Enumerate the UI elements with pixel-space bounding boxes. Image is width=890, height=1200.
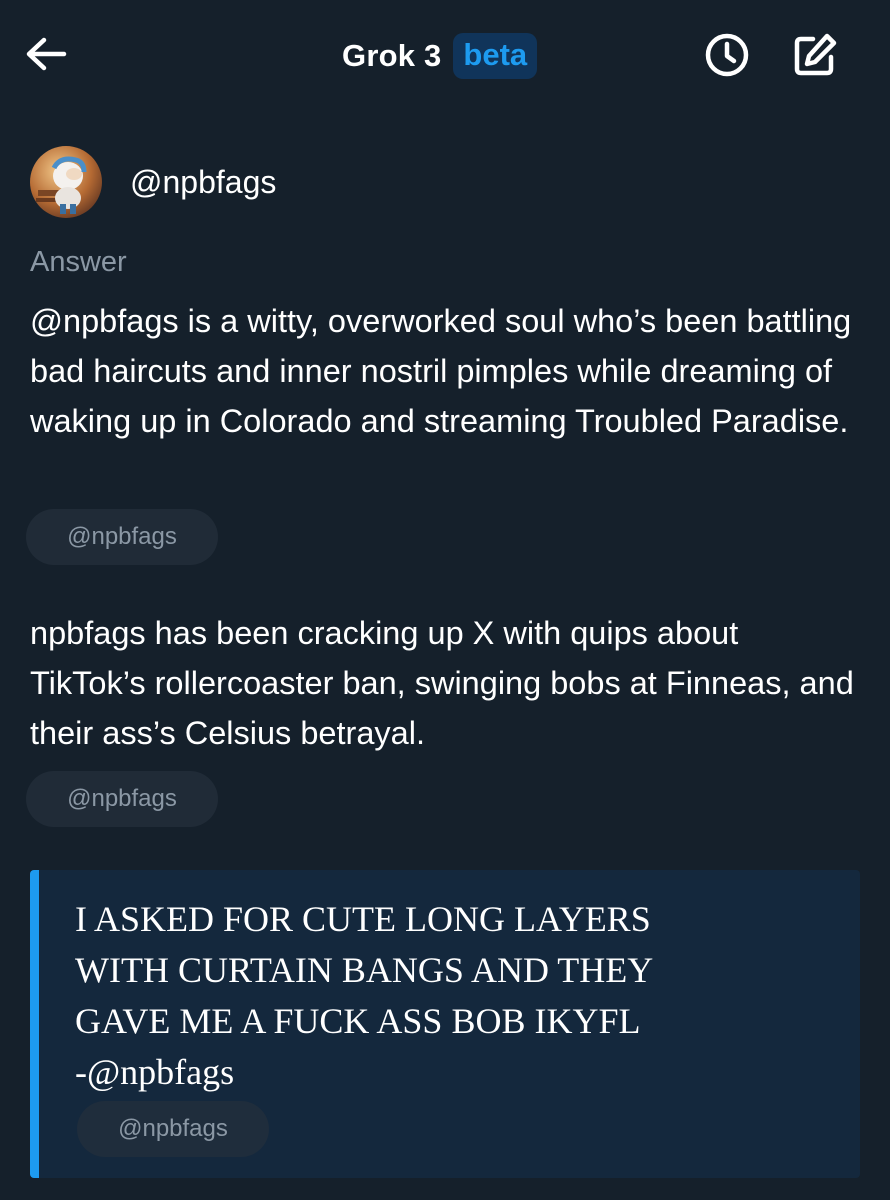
back-button[interactable] <box>22 32 70 80</box>
app-title-group: Grok 3 beta <box>342 30 538 82</box>
username[interactable]: @npbfags <box>130 164 276 201</box>
compose-edit-icon <box>791 31 839 84</box>
source-chip-2[interactable]: @npbfags <box>26 771 218 827</box>
answer-paragraph-2: npbfags has been cracking up X with quip… <box>30 615 854 751</box>
quote-line: I ASKED FOR CUTE LONG LAYERS <box>75 899 651 939</box>
user-row: @npbfags <box>30 146 276 218</box>
quote-attribution: -@npbfags <box>75 1052 235 1092</box>
avatar[interactable] <box>30 146 102 218</box>
history-clock-icon <box>703 31 751 84</box>
quote-line: WITH CURTAIN BANGS AND THEY <box>75 950 654 990</box>
history-button[interactable] <box>700 30 754 84</box>
answer-paragraph-1: @npbfags is a witty, overworked soul who… <box>30 303 852 439</box>
back-arrow-icon <box>24 36 68 77</box>
beta-badge: beta <box>453 33 538 79</box>
quote-line: GAVE ME A FUCK ASS BOB IKYFL <box>75 1001 641 1041</box>
quote-source-chip[interactable]: @npbfags <box>77 1101 269 1157</box>
quote-text: I ASKED FOR CUTE LONG LAYERS WITH CURTAI… <box>75 894 835 1098</box>
new-chat-button[interactable] <box>788 30 842 84</box>
top-bar: Grok 3 beta <box>0 0 890 112</box>
source-chip-1[interactable]: @npbfags <box>26 509 218 565</box>
app-title: Grok 3 <box>342 38 442 73</box>
quote-block: I ASKED FOR CUTE LONG LAYERS WITH CURTAI… <box>30 870 860 1178</box>
answer-label: Answer <box>30 246 127 278</box>
